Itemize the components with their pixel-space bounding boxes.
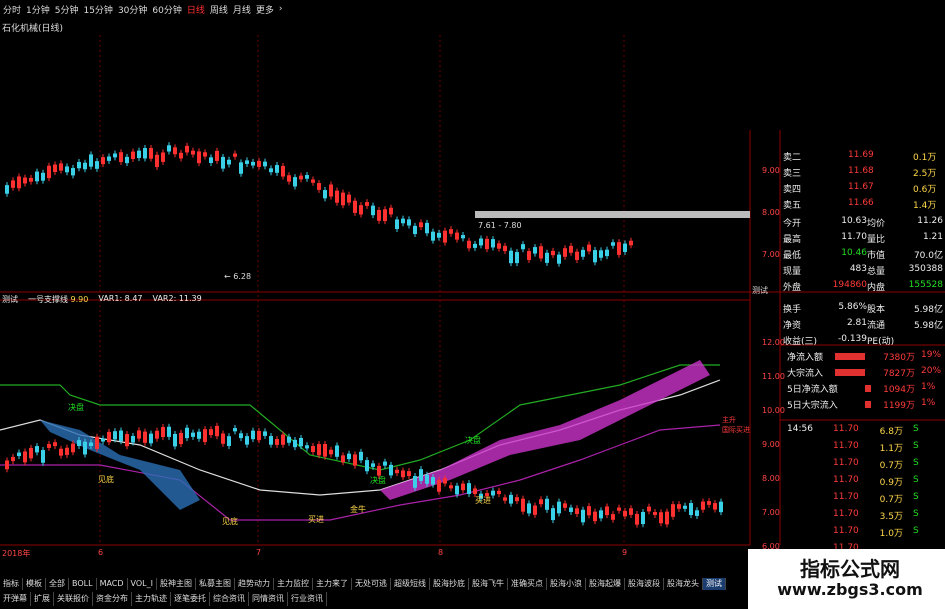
info-tab[interactable]: 综合资讯: [210, 592, 249, 606]
info-tab[interactable]: 扩展: [31, 592, 54, 606]
flow-bar: [865, 401, 871, 408]
indicator-tab[interactable]: 无处可逃: [352, 578, 391, 590]
annotation: 买进: [308, 515, 324, 524]
watermark-title: 指标公式网: [800, 557, 900, 581]
range-price-label: 7.61 - 7.80: [478, 221, 522, 230]
annotation: 见底: [98, 475, 114, 484]
indicator-axis: 12.00 11.00 10.00 9.00 8.00 7.00 6.00: [762, 338, 785, 551]
tick-row: 11.70 0.7万 S: [833, 492, 919, 505]
annotation: 决盘: [370, 476, 386, 485]
annotation: 主升: [722, 416, 736, 424]
tick-row: 11.70 1.0万 S: [833, 526, 919, 539]
right-indicator-label: 测试: [752, 286, 768, 295]
watermark-url: www.zbgs3.com: [777, 580, 923, 599]
indicator-tab[interactable]: 主力来了: [313, 578, 352, 590]
info-tab[interactable]: 主力轨迹: [132, 592, 171, 606]
stat-row: 净资 2.81 流通 5.98亿: [783, 318, 943, 331]
price-axis: 9.00 8.00 7.00: [762, 166, 780, 259]
info-tabs: 开弹幕 扩展 关联报价 资金分布 主力轨迹 逐笔委托 综合资讯 同情资讯 行业资讯: [0, 592, 700, 606]
flow-row: 5日大宗流入 1199万 1%: [787, 398, 936, 411]
flow-bar: [835, 353, 865, 360]
ask-row: 卖五 11.66 1.4万: [783, 198, 937, 211]
stat-row: 收益(三) -0.139 PE(动): [783, 334, 895, 347]
stat-row: 外盘 194860 内盘 155528: [783, 280, 943, 293]
ask-row: 卖二 11.69 0.1万: [783, 150, 937, 163]
stat-row: 换手 5.86% 股本 5.98亿: [783, 302, 943, 315]
indicator-tab[interactable]: 准确买点: [508, 578, 547, 590]
info-tab[interactable]: 逐笔委托: [171, 592, 210, 606]
ask-row: 卖三 11.68 2.5万: [783, 166, 937, 179]
var2-label: VAR2: 11.39: [152, 294, 202, 303]
annotation: 决盘: [465, 436, 481, 445]
annotation: 国际买进: [722, 426, 750, 434]
annotation: 见底: [222, 517, 238, 526]
ask-row: 卖四 11.67 0.6万: [783, 182, 937, 195]
indicator-tab[interactable]: 超级短线: [391, 578, 430, 590]
info-tab[interactable]: 关联报价: [54, 592, 93, 606]
indicator-tab[interactable]: 股海小浪: [547, 578, 586, 590]
flow-row: 5日净流入额 1094万 1%: [787, 382, 936, 395]
indicator-tab[interactable]: 模板: [23, 578, 46, 590]
support-line-label: 一号支撑线 9.90: [28, 295, 89, 304]
stat-row: 最低 10.46 市值 70.0亿: [783, 248, 943, 261]
flow-row: 大宗流入 7827万 20%: [787, 366, 942, 379]
indicator-tab[interactable]: 股海抄底: [430, 578, 469, 590]
tick-row: 14:56 11.70 6.8万 S: [787, 424, 919, 437]
annotation: 买进: [475, 496, 491, 505]
indicator-tab[interactable]: 指标: [0, 578, 23, 590]
flow-row: 净流入额 7380万 19%: [787, 350, 942, 363]
stat-row: 今开 10.63 均价 11.26: [783, 216, 943, 229]
indicator-tab[interactable]: VOL_I: [128, 578, 157, 590]
info-tab[interactable]: 行业资讯: [288, 592, 327, 606]
indicator-tab[interactable]: 股海飞牛: [469, 578, 508, 590]
low-price-label: ← 6.28: [224, 272, 252, 281]
indicator-tab[interactable]: 股海龙头: [664, 578, 703, 590]
stat-row: 现量 483 总量 350388: [783, 264, 943, 277]
indicator-tab[interactable]: BOLL: [69, 578, 97, 590]
indicator-tab[interactable]: 全部: [46, 578, 69, 590]
annotation: 决盘: [68, 403, 84, 412]
indicator-tab[interactable]: 股海起爆: [586, 578, 625, 590]
indicator-tab[interactable]: 私募主图: [196, 578, 235, 590]
tick-row: 11.70 0.9万 S: [833, 475, 919, 488]
tick-row: 11.70 1.1万 S: [833, 441, 919, 454]
indicator-tab[interactable]: 测试: [703, 578, 726, 590]
flow-bar: [835, 369, 865, 376]
indicator-tab[interactable]: MACD: [97, 578, 128, 590]
indicator-tab[interactable]: 主力监控: [274, 578, 313, 590]
indicator-bar: 测试 一号支撑线 9.90 VAR1: 8.47 VAR2: 11.39: [2, 294, 202, 305]
date-axis: 2018年 6 7 8 9: [2, 548, 628, 558]
var1-label: VAR1: 8.47: [98, 294, 143, 303]
annotation: 金牛: [350, 505, 366, 514]
indicator-tab[interactable]: 趋势动力: [235, 578, 274, 590]
indicator-tab[interactable]: 股海波段: [625, 578, 664, 590]
tick-row: 11.70 0.7万 S: [833, 458, 919, 471]
stat-row: 最高 11.70 量比 1.21: [783, 232, 943, 245]
tick-row: 11.70 3.5万 S: [833, 509, 919, 522]
info-tab[interactable]: 资金分布: [93, 592, 132, 606]
info-tab[interactable]: 同情资讯: [249, 592, 288, 606]
indicator-name[interactable]: 测试: [2, 294, 18, 305]
flow-bar: [865, 385, 871, 392]
info-tab[interactable]: 开弹幕: [0, 592, 31, 606]
price-range-bar: [475, 211, 750, 218]
indicator-tab[interactable]: 股神主图: [157, 578, 196, 590]
